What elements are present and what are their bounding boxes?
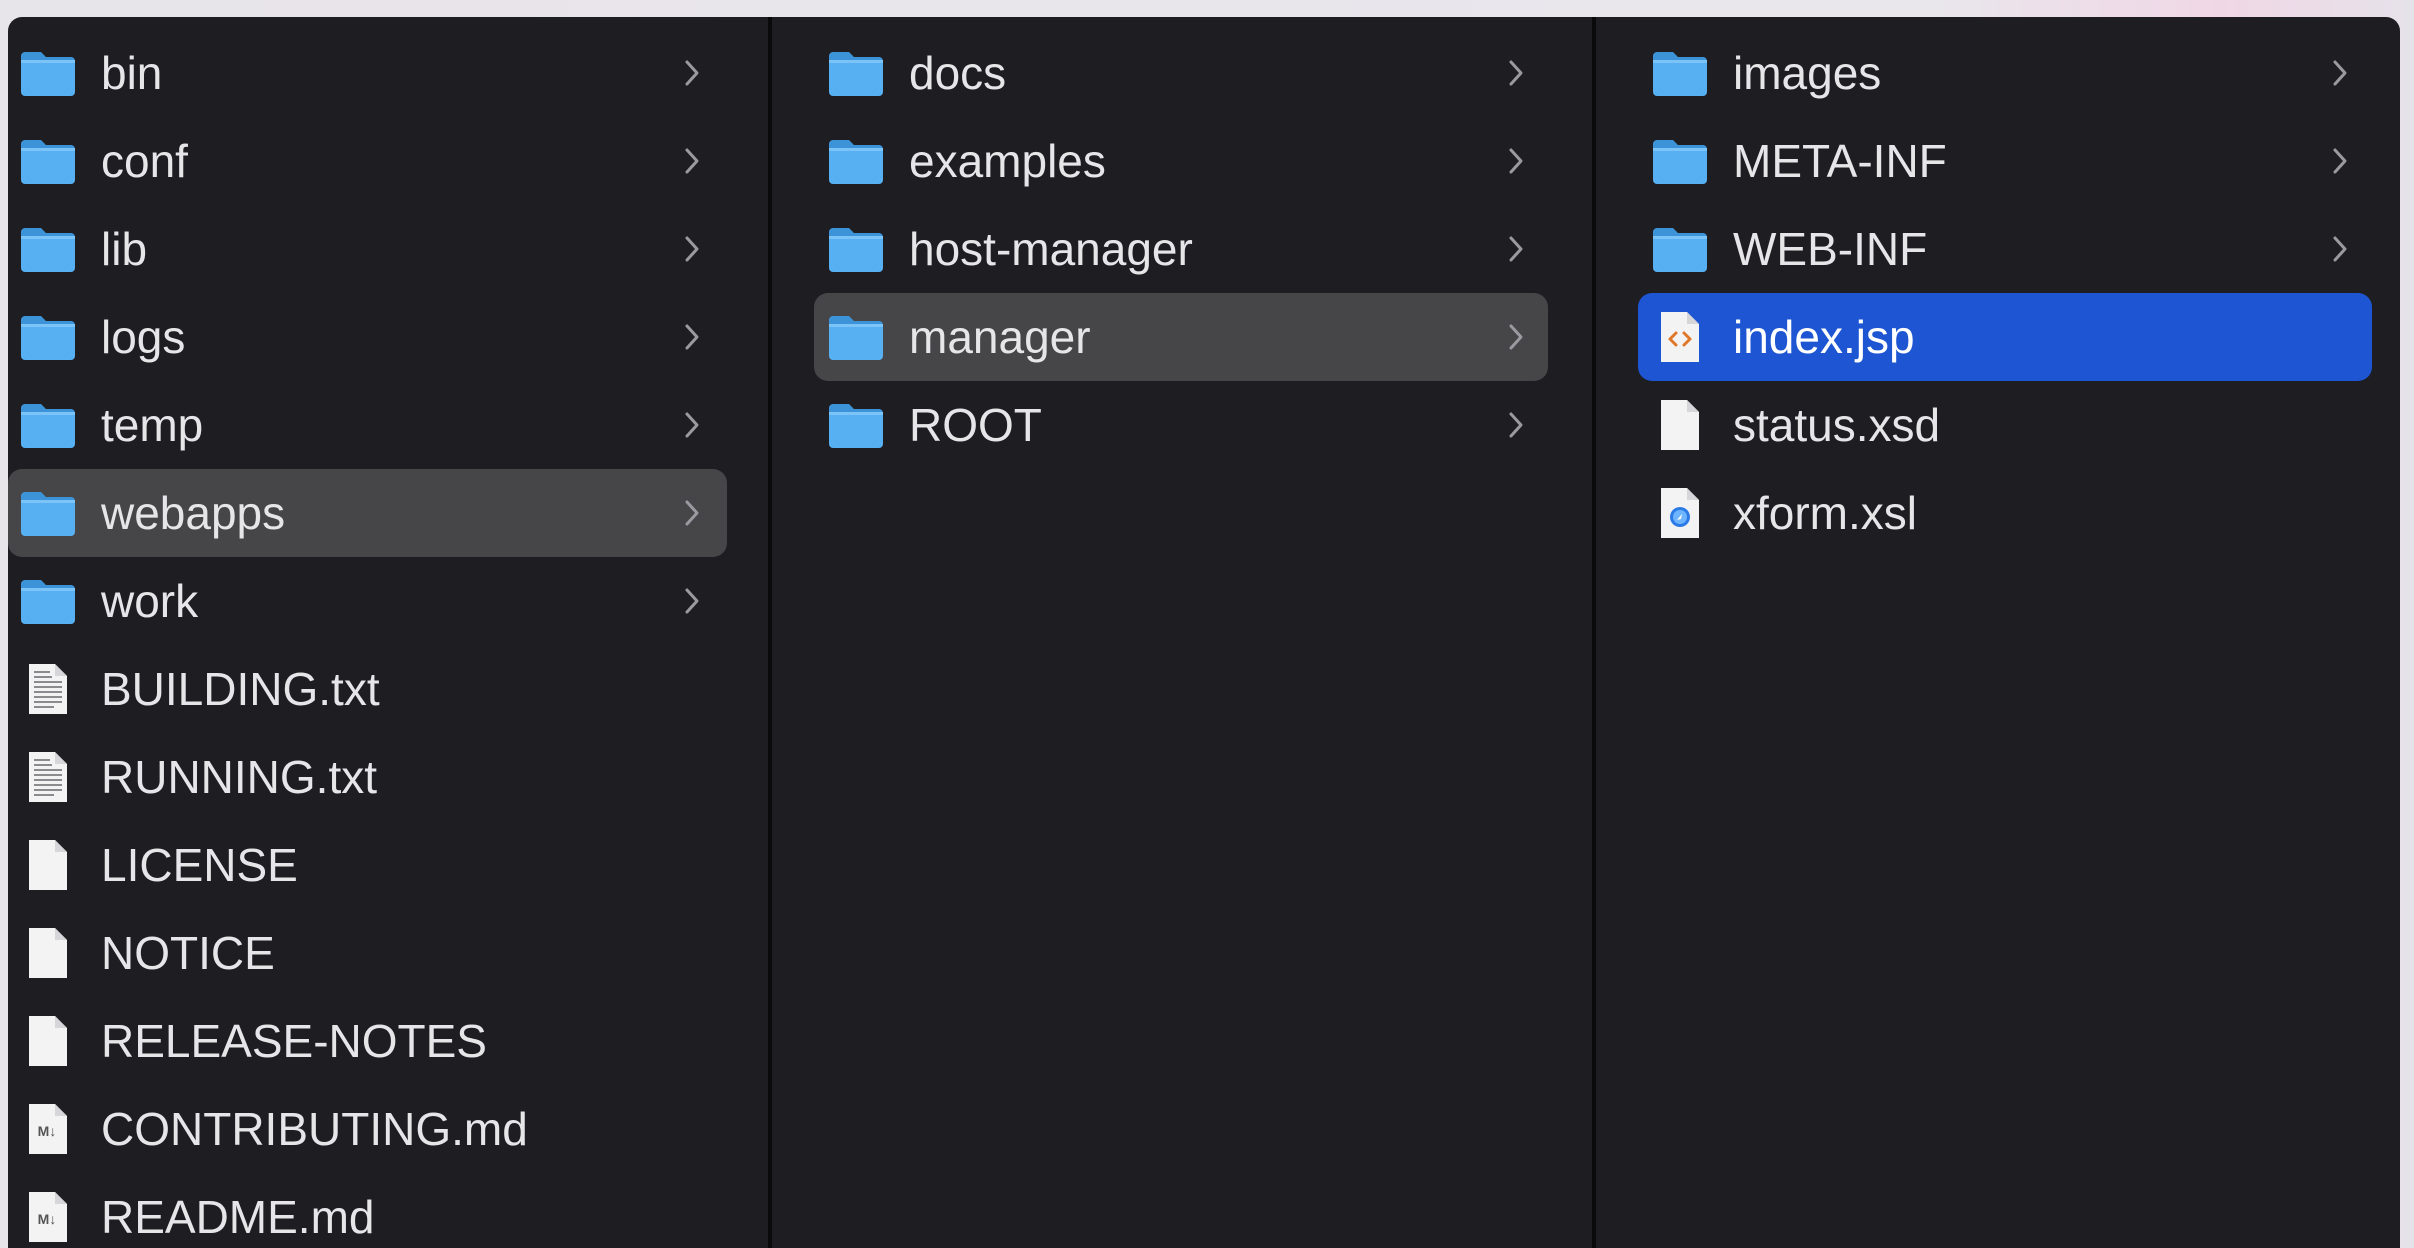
- item-label: index.jsp: [1733, 311, 1915, 363]
- folder-icon: [1648, 41, 1712, 105]
- item-label: LICENSE: [101, 839, 298, 891]
- item-label: CONTRIBUTING.md: [101, 1103, 528, 1155]
- item-label: RELEASE-NOTES: [101, 1015, 487, 1067]
- markdown-document-icon: M↓: [16, 1185, 80, 1248]
- chevron-right-icon: [2328, 231, 2352, 267]
- item-label: manager: [909, 311, 1091, 363]
- folder-icon: [16, 41, 80, 105]
- chevron-right-icon: [680, 319, 704, 355]
- item-label: RUNNING.txt: [101, 751, 377, 803]
- folder-icon: [824, 217, 888, 281]
- folder-icon: [16, 217, 80, 281]
- file-row-index-jsp[interactable]: index.jsp: [1638, 293, 2372, 381]
- folder-icon: [16, 393, 80, 457]
- item-label: logs: [101, 311, 186, 363]
- chevron-right-icon: [680, 55, 704, 91]
- chevron-right-icon: [680, 495, 704, 531]
- folder-row-images[interactable]: images: [1638, 29, 2372, 117]
- folder-row-manager[interactable]: manager: [814, 293, 1548, 381]
- folder-icon: [824, 129, 888, 193]
- item-label: host-manager: [909, 223, 1193, 275]
- chevron-right-icon: [680, 407, 704, 443]
- chevron-right-icon: [2328, 55, 2352, 91]
- folder-icon: [16, 481, 80, 545]
- item-label: xform.xsl: [1733, 487, 1917, 539]
- chevron-right-icon: [1504, 407, 1528, 443]
- svg-text:M↓: M↓: [38, 1123, 57, 1139]
- file-row-readme-md[interactable]: M↓ README.md: [8, 1173, 727, 1248]
- folder-row-web-inf[interactable]: WEB-INF: [1638, 205, 2372, 293]
- column-1[interactable]: bin conf lib logs temp webapps work BUIL…: [8, 17, 768, 1248]
- text-document-icon: [16, 745, 80, 809]
- item-label: WEB-INF: [1733, 223, 1928, 275]
- file-row-xform-xsl[interactable]: xform.xsl: [1638, 469, 2372, 557]
- file-row-running-txt[interactable]: RUNNING.txt: [8, 733, 727, 821]
- folder-icon: [16, 305, 80, 369]
- file-row-building-txt[interactable]: BUILDING.txt: [8, 645, 727, 733]
- finder-window: bin conf lib logs temp webapps work BUIL…: [8, 17, 2400, 1248]
- column-3[interactable]: images META-INF WEB-INF index.jsp status…: [1596, 17, 2400, 1248]
- column-2[interactable]: docs examples host-manager manager ROOT: [772, 17, 1592, 1248]
- item-label: NOTICE: [101, 927, 275, 979]
- item-label: work: [101, 575, 199, 627]
- folder-row-webapps[interactable]: webapps: [8, 469, 727, 557]
- folder-row-host-manager[interactable]: host-manager: [814, 205, 1548, 293]
- folder-row-root[interactable]: ROOT: [814, 381, 1548, 469]
- chevron-right-icon: [680, 583, 704, 619]
- folder-row-docs[interactable]: docs: [814, 29, 1548, 117]
- item-label: temp: [101, 399, 204, 451]
- folder-row-meta-inf[interactable]: META-INF: [1638, 117, 2372, 205]
- folder-row-bin[interactable]: bin: [8, 29, 727, 117]
- text-document-icon: [16, 657, 80, 721]
- folder-icon: [1648, 129, 1712, 193]
- folder-row-logs[interactable]: logs: [8, 293, 727, 381]
- folder-row-work[interactable]: work: [8, 557, 727, 645]
- folder-row-examples[interactable]: examples: [814, 117, 1548, 205]
- folder-row-lib[interactable]: lib: [8, 205, 727, 293]
- chevron-right-icon: [1504, 143, 1528, 179]
- xsl-document-icon: [1648, 481, 1712, 545]
- folder-icon: [1648, 217, 1712, 281]
- chevron-right-icon: [680, 231, 704, 267]
- chevron-right-icon: [680, 143, 704, 179]
- chevron-right-icon: [1504, 55, 1528, 91]
- document-icon: [1648, 393, 1712, 457]
- file-row-status-xsd[interactable]: status.xsd: [1638, 381, 2372, 469]
- file-row-release-notes[interactable]: RELEASE-NOTES: [8, 997, 727, 1085]
- folder-row-temp[interactable]: temp: [8, 381, 727, 469]
- markdown-document-icon: M↓: [16, 1097, 80, 1161]
- item-label: bin: [101, 47, 163, 99]
- code-document-icon: [1648, 305, 1712, 369]
- item-label: docs: [909, 47, 1007, 99]
- item-label: images: [1733, 47, 1882, 99]
- document-icon: [16, 833, 80, 897]
- file-row-contributing-md[interactable]: M↓ CONTRIBUTING.md: [8, 1085, 727, 1173]
- chevron-right-icon: [2328, 143, 2352, 179]
- item-label: conf: [101, 135, 188, 187]
- svg-text:M↓: M↓: [38, 1211, 57, 1227]
- item-label: META-INF: [1733, 135, 1947, 187]
- chevron-right-icon: [1504, 231, 1528, 267]
- folder-icon: [824, 305, 888, 369]
- item-label: README.md: [101, 1191, 375, 1243]
- item-label: webapps: [101, 487, 286, 539]
- document-icon: [16, 1009, 80, 1073]
- folder-row-conf[interactable]: conf: [8, 117, 727, 205]
- chevron-right-icon: [1504, 319, 1528, 355]
- item-label: lib: [101, 223, 148, 275]
- folder-icon: [16, 129, 80, 193]
- item-label: status.xsd: [1733, 399, 1941, 451]
- item-label: ROOT: [909, 399, 1042, 451]
- file-row-license[interactable]: LICENSE: [8, 821, 727, 909]
- folder-icon: [824, 393, 888, 457]
- item-label: BUILDING.txt: [101, 663, 380, 715]
- folder-icon: [824, 41, 888, 105]
- document-icon: [16, 921, 80, 985]
- item-label: examples: [909, 135, 1106, 187]
- file-row-notice[interactable]: NOTICE: [8, 909, 727, 997]
- folder-icon: [16, 569, 80, 633]
